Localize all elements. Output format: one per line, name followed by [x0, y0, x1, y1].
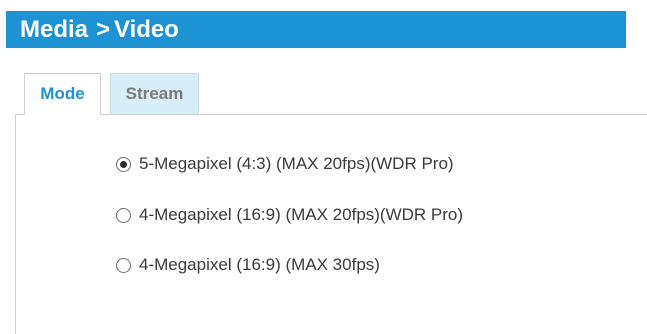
- radio-button[interactable]: [116, 258, 131, 273]
- tab-stream[interactable]: Stream: [110, 73, 199, 115]
- tab-mode[interactable]: Mode: [24, 73, 101, 115]
- breadcrumb-section: Media: [20, 16, 89, 43]
- mode-option-label: 5-Megapixel (4:3) (MAX 20fps)(WDR Pro): [139, 154, 454, 173]
- radio-button[interactable]: [116, 208, 131, 223]
- radio-dot-icon: [120, 161, 127, 168]
- radio-button-selected[interactable]: [116, 157, 131, 172]
- mode-option-label: 4-Megapixel (16:9) (MAX 30fps): [139, 255, 380, 274]
- breadcrumb-page: Video: [114, 16, 179, 43]
- breadcrumb-separator: >: [96, 16, 111, 43]
- page-title-bar: Media > Video: [6, 11, 626, 48]
- mode-option-label: 4-Megapixel (16:9) (MAX 20fps)(WDR Pro): [139, 205, 464, 224]
